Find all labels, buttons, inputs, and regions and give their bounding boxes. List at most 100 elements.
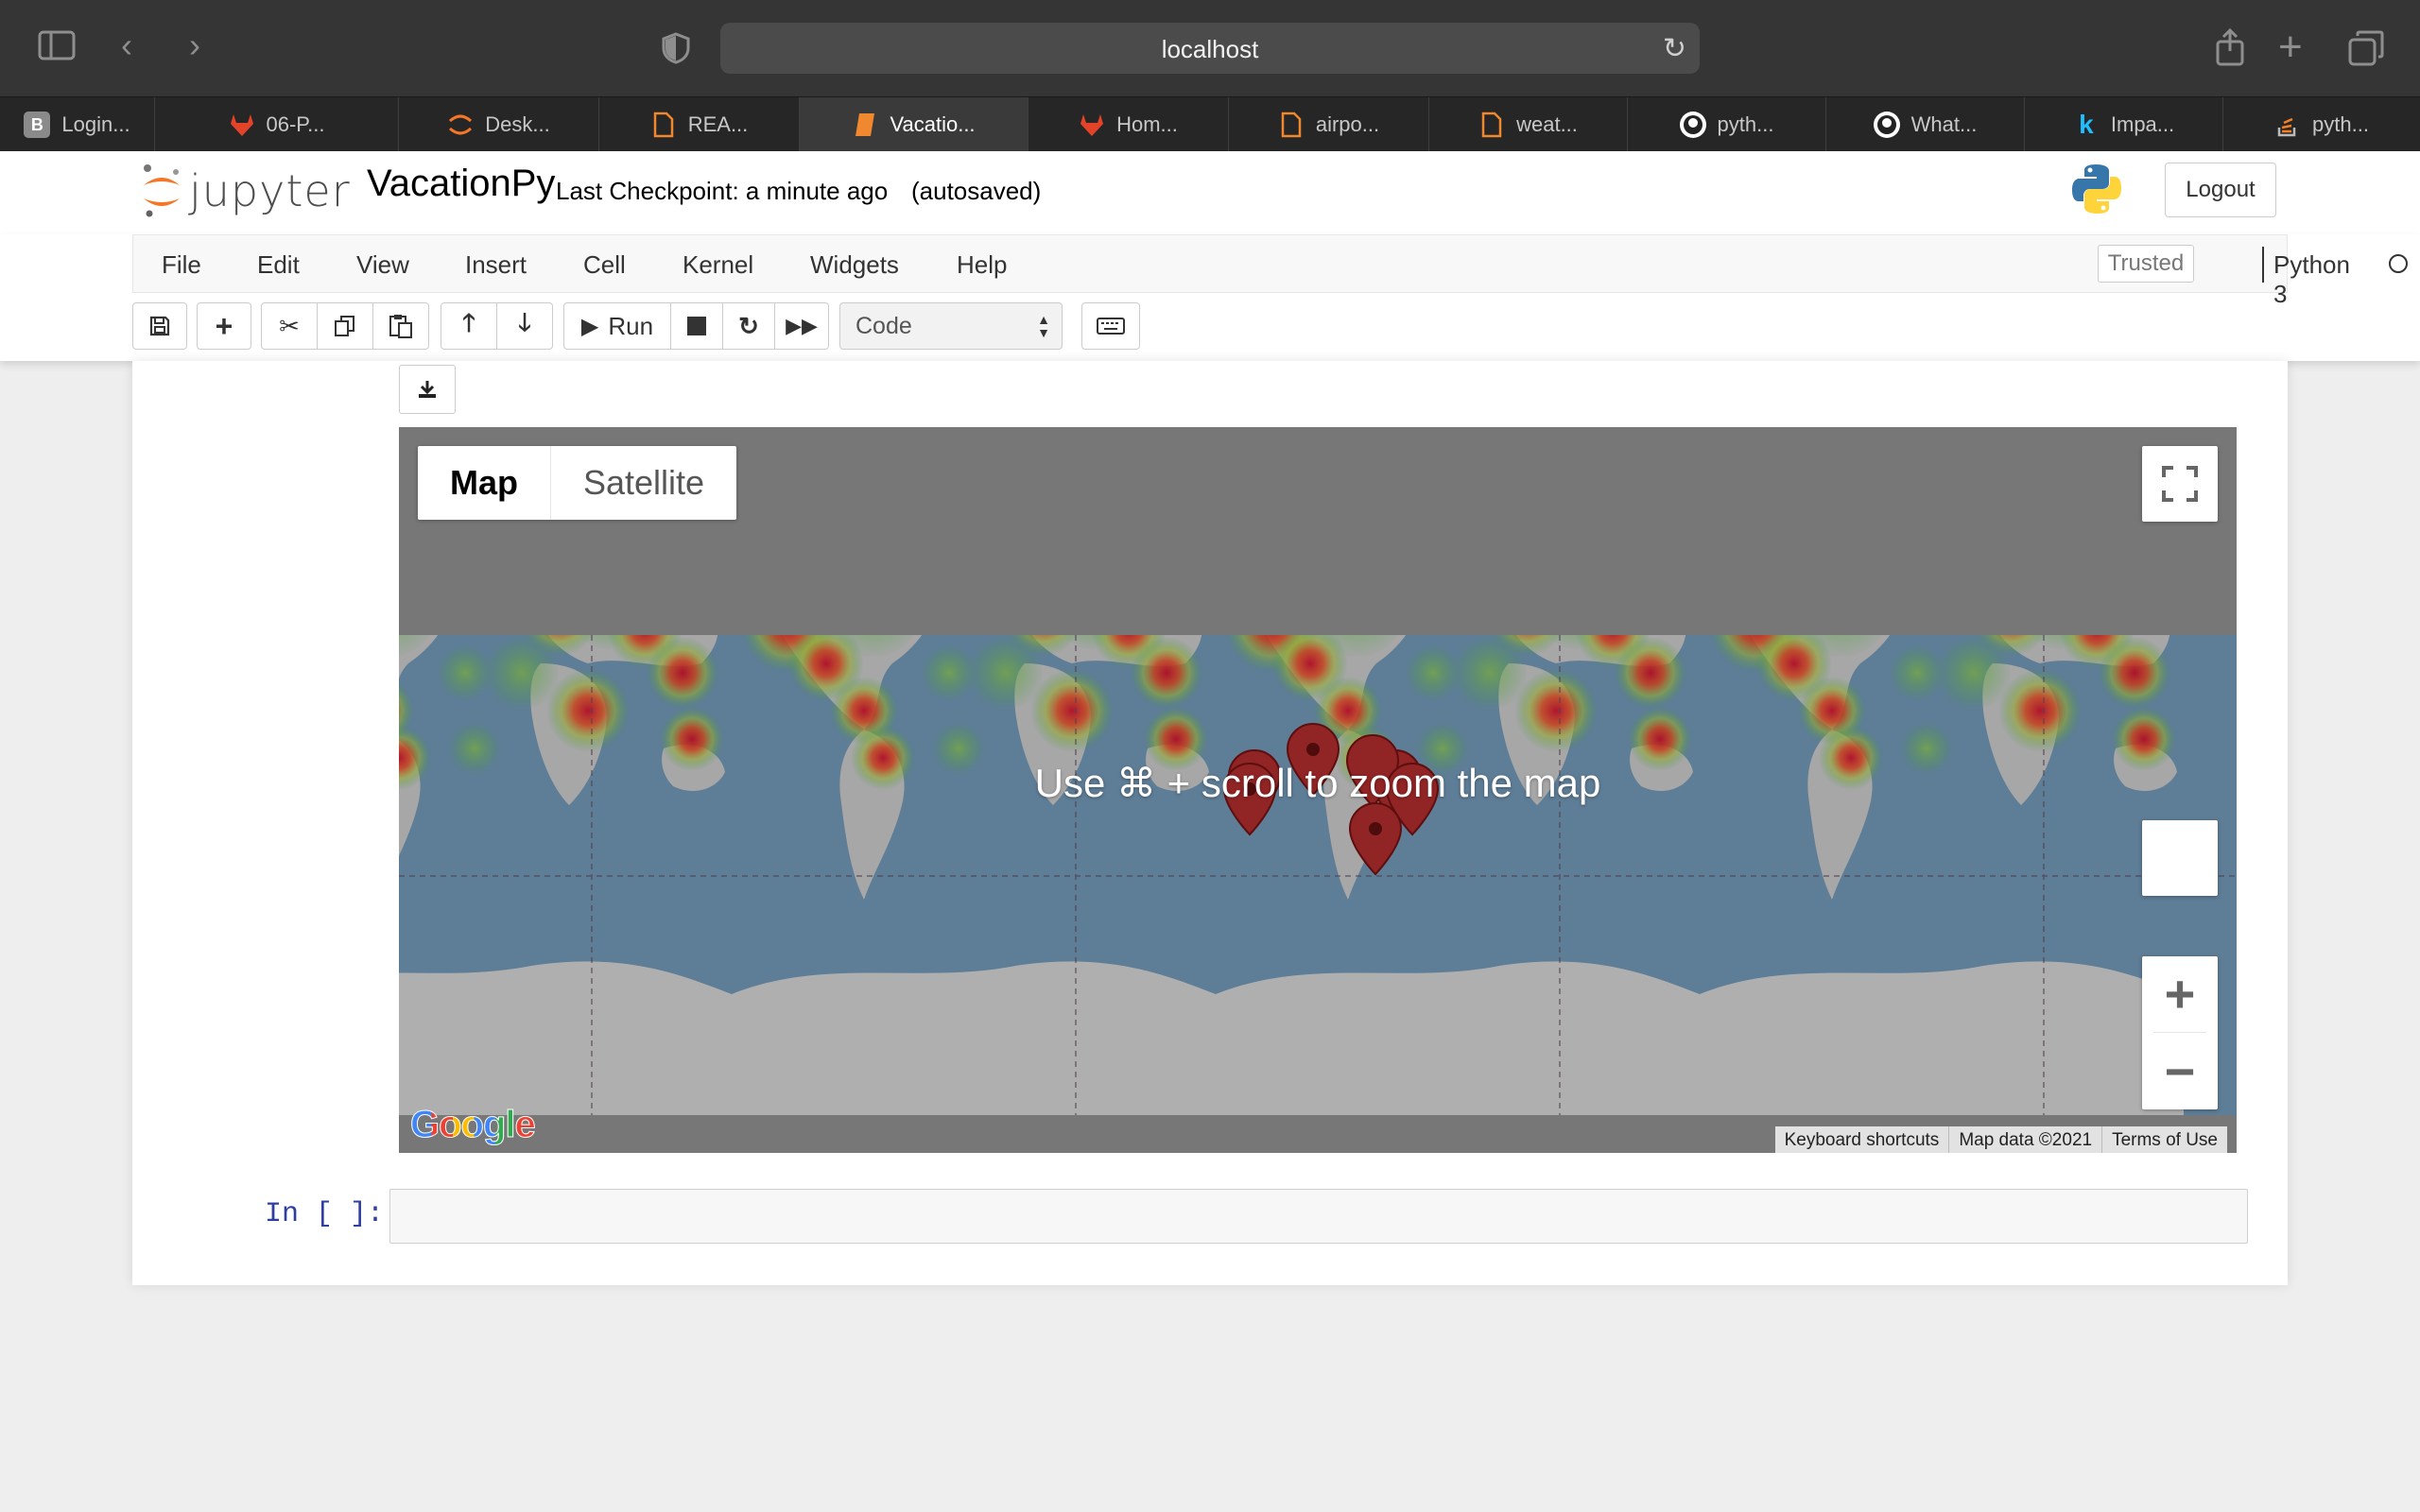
trusted-indicator[interactable]: Trusted [2098, 245, 2194, 283]
zoom-out-button[interactable]: − [2142, 1034, 2218, 1109]
map-type-control: Map Satellite [418, 446, 737, 520]
new-tab-icon[interactable]: + [2278, 26, 2303, 68]
browser-tab[interactable]: weat... [1429, 97, 1628, 152]
notebook-header: jupyter VacationPy Last Checkpoint: a mi… [0, 151, 2420, 234]
menu-edit[interactable]: Edit [257, 250, 300, 280]
zoom-divider [2153, 1032, 2206, 1033]
forward-icon[interactable]: › [189, 28, 200, 62]
cut-button[interactable]: ✂ [261, 302, 318, 350]
map-widget[interactable]: Map Satellite + − Use ⌘ + scroll to zoom… [399, 427, 2237, 1153]
kernel-idle-icon [2389, 254, 2408, 273]
map-type-map-button[interactable]: Map [418, 446, 551, 520]
map-type-satellite-button[interactable]: Satellite [551, 446, 736, 520]
file-icon [1478, 112, 1505, 138]
cell-prompt: In [ ]: [265, 1198, 385, 1230]
tab-label: pyth... [2312, 112, 2369, 136]
interrupt-button[interactable] [670, 302, 723, 350]
cell-type-select[interactable]: Code ▲ ▼ [839, 302, 1063, 350]
menu-widgets[interactable]: Widgets [810, 250, 899, 280]
browser-tab[interactable]: airpo... [1229, 97, 1429, 152]
browser-tab-active[interactable]: Vacatio... [800, 97, 1028, 152]
command-palette-button[interactable] [1081, 302, 1140, 350]
menu-help[interactable]: Help [957, 250, 1007, 280]
paste-icon [389, 315, 412, 338]
move-down-button[interactable]: 🡓 [496, 302, 553, 350]
menu-view[interactable]: View [356, 250, 409, 280]
browser-tab[interactable]: pyth... [2223, 97, 2420, 152]
file-icon [1278, 112, 1305, 138]
share-icon[interactable] [2214, 27, 2246, 72]
back-icon[interactable]: ‹ [121, 28, 132, 62]
tab-label: Impa... [2110, 112, 2175, 136]
download-icon [419, 381, 436, 398]
tab-overview-icon[interactable] [2348, 30, 2384, 72]
browser-tab[interactable]: k Impa... [2025, 97, 2223, 152]
cell-type-value: Code [856, 312, 912, 339]
run-label: Run [608, 311, 654, 340]
stackoverflow-icon [2274, 112, 2301, 138]
tab-label: pyth... [1717, 112, 1774, 136]
arrow-up-icon: 🡑 [462, 308, 475, 336]
jupyter-logo[interactable]: jupyter [140, 163, 351, 219]
tab-label: airpo... [1315, 112, 1380, 136]
tab-label: weat... [1516, 112, 1578, 136]
restart-run-all-button[interactable]: ▶▶ [774, 302, 829, 350]
reload-icon[interactable]: ↻ [1663, 32, 1686, 65]
browser-tab[interactable]: Hom... [1028, 97, 1229, 152]
insert-cell-button[interactable]: + [197, 302, 251, 350]
restart-icon: ↻ [738, 311, 759, 340]
move-up-button[interactable]: 🡑 [441, 302, 497, 350]
gitlab-icon [229, 112, 255, 138]
url-text: localhost [1161, 35, 1259, 63]
paste-button[interactable] [372, 302, 429, 350]
browser-toolbar: ‹ › localhost ↻ + [0, 0, 2420, 96]
save-button[interactable] [132, 302, 187, 350]
menu-kernel[interactable]: Kernel [683, 250, 753, 280]
jupyter-icon [447, 112, 474, 138]
code-cell-input[interactable] [389, 1189, 2248, 1244]
autosave-status: (autosaved) [911, 177, 1042, 205]
menu-cell[interactable]: Cell [583, 250, 626, 280]
browser-tab[interactable]: Desk... [399, 97, 599, 152]
fullscreen-icon [2162, 466, 2198, 502]
menu-insert[interactable]: Insert [465, 250, 527, 280]
street-view-pegman[interactable] [2142, 820, 2218, 896]
menu-file[interactable]: File [162, 250, 201, 280]
checkpoint-status: Last Checkpoint: a minute ago [556, 177, 889, 205]
browser-tab[interactable]: REA... [599, 97, 800, 152]
menubar: File Edit View Insert Cell Kernel Widget… [132, 234, 2408, 308]
notebook-icon [852, 112, 878, 138]
kernel-divider [2262, 247, 2264, 283]
scissors-icon: ✂ [279, 311, 300, 340]
copy-icon [335, 316, 354, 336]
zoom-in-button[interactable]: + [2142, 956, 2218, 1032]
shield-icon[interactable] [662, 32, 690, 70]
kernel-name[interactable]: Python 3 [2273, 250, 2350, 309]
run-button[interactable]: ▶ Run [563, 302, 671, 350]
play-icon: ▶ [580, 313, 599, 339]
browser-tab[interactable]: pyth... [1628, 97, 1826, 152]
notebook-title[interactable]: VacationPy [367, 163, 555, 205]
github-icon [1873, 112, 1900, 138]
browser-tab[interactable]: B Login... [0, 97, 155, 152]
fullscreen-button[interactable] [2142, 446, 2218, 522]
python-logo-icon [2068, 161, 2125, 222]
map-attribution: Keyboard shortcuts Map data ©2021 Terms … [1774, 1126, 2227, 1153]
restart-button[interactable]: ↻ [722, 302, 775, 350]
github-icon [1679, 112, 1706, 138]
browser-tab[interactable]: What... [1826, 97, 2025, 152]
browser-tab[interactable]: 06-P... [155, 97, 399, 152]
jupyter-icon [144, 164, 180, 217]
keyboard-shortcuts-link[interactable]: Keyboard shortcuts [1775, 1126, 1949, 1153]
tab-label: 06-P... [266, 112, 325, 136]
address-bar[interactable]: localhost ↻ [720, 23, 1700, 74]
tab-label: Hom... [1116, 112, 1178, 136]
download-map-button[interactable] [399, 365, 456, 414]
terms-of-use-link[interactable]: Terms of Use [2101, 1126, 2227, 1153]
save-icon [149, 316, 170, 336]
logout-button[interactable]: Logout [2165, 163, 2276, 217]
google-logo[interactable]: Google [410, 1104, 537, 1146]
sidebar-toggle-icon[interactable] [38, 30, 76, 66]
copy-button[interactable] [317, 302, 373, 350]
stop-icon [687, 317, 706, 335]
